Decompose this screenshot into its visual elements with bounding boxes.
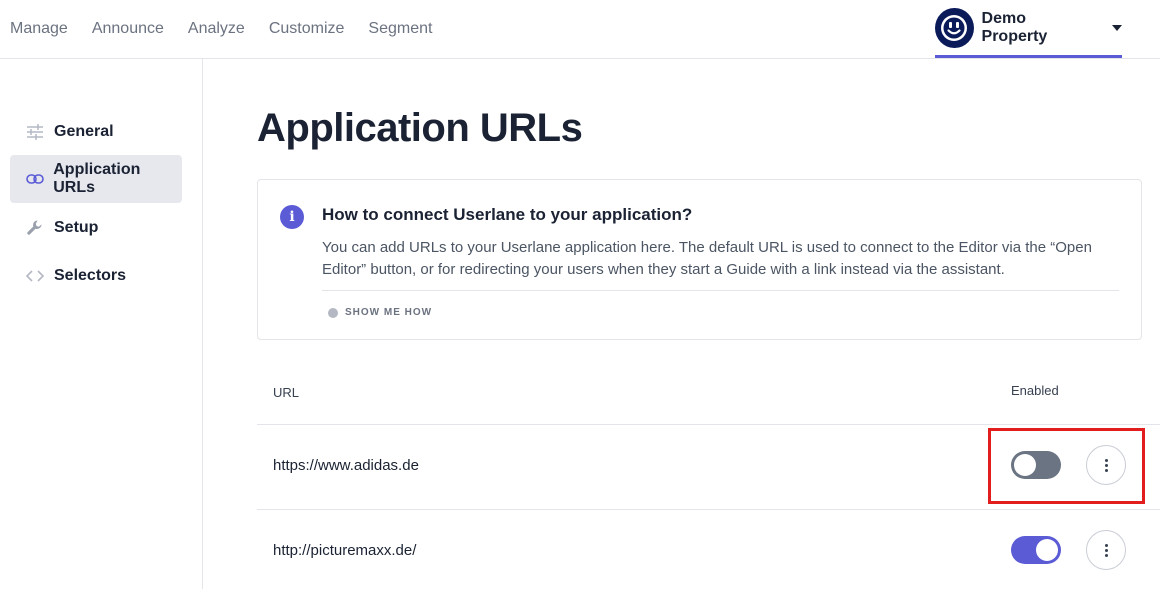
chevron-down-icon [1112,24,1122,31]
info-icon: i [280,205,304,229]
sidebar: General Application URLs Setup Selectors [0,59,203,589]
more-vertical-icon [1104,543,1108,547]
more-vertical-icon [1104,458,1108,462]
info-title: How to connect Userlane to your applicat… [322,205,693,224]
more-options-button[interactable] [1086,530,1126,570]
top-bar: Manage Announce Analyze Customize Segmen… [0,0,1160,59]
column-header-enabled: Enabled [1011,383,1059,398]
show-me-how-link[interactable]: SHOW ME HOW [328,307,432,318]
column-header-url: URL [273,385,300,400]
nav-analyze[interactable]: Analyze [188,20,245,38]
page-title: Application URLs [257,106,583,150]
sidebar-item-label: General [54,123,114,140]
more-vertical-icon-dot [1104,548,1108,552]
more-vertical-icon-dot [1104,463,1108,467]
more-vertical-icon-dot [1104,553,1108,557]
smiley-icon [941,14,968,41]
code-icon [24,270,46,282]
play-icon [328,307,338,318]
nav-segment[interactable]: Segment [368,20,432,38]
more-options-button[interactable] [1086,445,1126,485]
toggle-knob [1036,539,1058,561]
top-navigation: Manage Announce Analyze Customize Segmen… [10,0,432,58]
sidebar-item-label: Application URLs [53,161,141,196]
url-value: https://www.adidas.de [273,457,419,474]
divider [257,424,1160,425]
divider [257,509,1160,510]
info-body: You can add URLs to your Userlane applic… [322,239,1092,278]
info-box: i How to connect Userlane to your applic… [257,179,1142,340]
property-name: Demo Property [981,9,1048,45]
nav-manage[interactable]: Manage [10,20,68,38]
sidebar-item-application-urls[interactable]: Application URLs [10,155,182,203]
sidebar-item-selectors[interactable]: Selectors [10,252,182,300]
show-me-how-label: SHOW ME HOW [345,307,433,318]
nav-customize[interactable]: Customize [269,20,345,38]
link-icon [24,174,45,184]
sliders-icon [24,124,46,140]
wrench-icon [24,219,46,237]
sidebar-item-label: Selectors [54,267,127,284]
toggle-knob [1014,454,1036,476]
sidebar-item-setup[interactable]: Setup [10,204,182,252]
url-value: http://picturemaxx.de/ [273,542,417,559]
enabled-toggle[interactable] [1011,536,1061,564]
more-vertical-icon-dot [1104,468,1108,472]
property-switcher[interactable]: Demo Property [935,0,1122,58]
nav-announce[interactable]: Announce [92,20,164,38]
enabled-toggle[interactable] [1011,451,1061,479]
sidebar-item-general[interactable]: General [10,108,182,156]
sidebar-item-label: Setup [54,219,99,236]
divider [322,290,1119,291]
property-avatar [935,7,974,48]
